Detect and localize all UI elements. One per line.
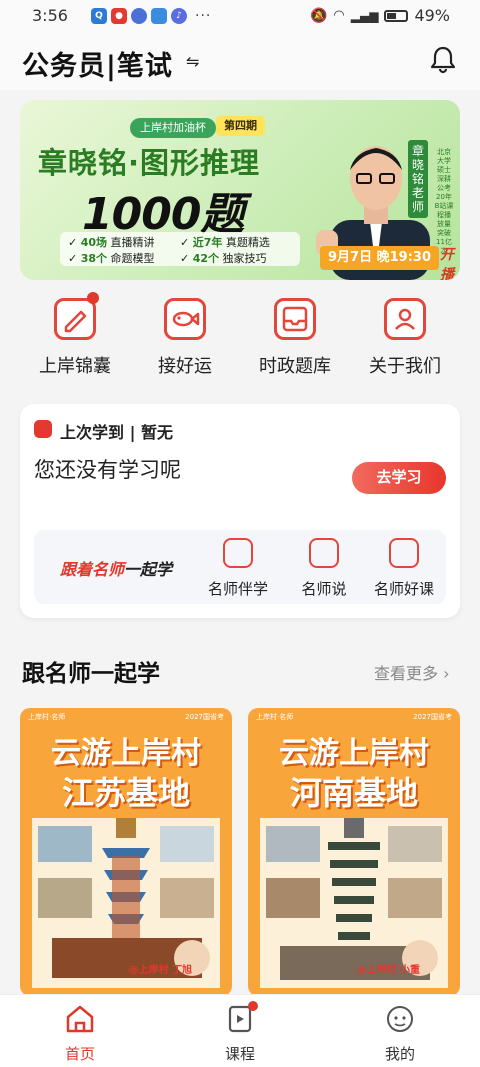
play-stack-icon: [389, 538, 419, 568]
bottom-tab-bar: 首页 课程 我的: [0, 994, 480, 1067]
mute-icon: 🔕: [309, 7, 328, 24]
tab-course[interactable]: 课程: [180, 995, 300, 1067]
app-notify-icon: Q: [91, 8, 107, 24]
poster-brand: 上岸村·名师: [256, 713, 294, 721]
poster-brand: 上岸村·名师: [28, 713, 66, 721]
status-time: 3:56: [32, 6, 68, 25]
app-notify-icon: [151, 8, 167, 24]
section-title: 跟名师一起学: [22, 661, 160, 687]
notification-icons: Q ● ♪ ···: [91, 8, 211, 24]
tab-label: 课程: [224, 1045, 255, 1063]
quick-nav-label: 时政题库: [259, 356, 331, 377]
poster-tag: 2027国省考: [413, 713, 452, 721]
banner-tag: 上岸村加油杯: [130, 118, 216, 138]
teacher-talk-item[interactable]: 名师说: [282, 538, 366, 599]
home-icon: [66, 1005, 94, 1033]
tab-label: 首页: [64, 1045, 95, 1063]
banner-feature: ✓ 38个 命题模型: [68, 252, 155, 265]
tab-home[interactable]: 首页: [20, 995, 140, 1067]
poster-line2: 河南基地: [289, 774, 418, 812]
swap-icon[interactable]: ⇋: [186, 52, 199, 71]
bell-icon[interactable]: [428, 44, 458, 74]
teacher-study-panel: 跟着名师一起学 名师伴学 名师说 名师好课: [34, 530, 446, 604]
graduation-cap-icon: [223, 538, 253, 568]
music-notify-icon: ♪: [171, 8, 187, 24]
sub-item-label: 名师说: [301, 580, 347, 598]
see-more-link[interactable]: 查看更多 ›: [374, 660, 450, 684]
battery-percent: 49%: [414, 6, 450, 25]
sub-item-label: 名师伴学: [207, 580, 268, 598]
poster-line2: 江苏基地: [61, 774, 190, 812]
tab-profile[interactable]: 我的: [340, 995, 460, 1067]
video-frame-icon: [309, 538, 339, 568]
teacher-name: 章晓铭老师: [408, 140, 428, 218]
chat-notify-icon: [131, 8, 147, 24]
app-notify-icon: ●: [111, 8, 127, 24]
study-card: 上次学到 | 暂无 您还没有学习呢 去学习 跟着名师一起学 名师伴学 名师说 名…: [20, 404, 460, 618]
exam-category-title[interactable]: 公务员|笔试: [22, 44, 173, 83]
last-studied-label: 上次学到 | 暂无: [60, 423, 173, 442]
banner-start: 开播: [440, 247, 454, 280]
quick-nav-item[interactable]: 接好运: [135, 296, 235, 380]
fish-icon: [164, 298, 206, 340]
more-notify-icon: ···: [195, 8, 212, 24]
poster-author: @上岸村 丁旭: [128, 965, 192, 976]
pencil-note-icon: [54, 298, 96, 340]
quick-nav-item[interactable]: 上岸锦囊: [25, 292, 125, 380]
book-icon: [34, 420, 52, 438]
teacher-desc: 北京大学硕士 深耕公考20年 B站课程播放量突破11亿次: [434, 148, 454, 255]
banner-date: 9月7日 晚19:30: [320, 246, 439, 270]
signal-icon: ▂▄▆: [350, 8, 379, 23]
badge-dot: [87, 292, 99, 304]
promo-banner[interactable]: 上岸村加油杯 第四期 章晓铭·图形推理 1000题 ✓ 40场 直播精讲 ✓ 近…: [20, 100, 460, 280]
quick-nav: 上岸锦囊 接好运 时政题库 关于我们: [20, 292, 460, 380]
go-study-button[interactable]: 去学习: [352, 462, 446, 494]
teacher-study-title: 跟着名师一起学: [60, 560, 173, 579]
poster-line1: 云游上岸村: [51, 736, 201, 771]
person-icon: [384, 298, 426, 340]
poster-author: @上岸村 小重: [356, 965, 420, 976]
inbox-icon: [274, 298, 316, 340]
banner-features: ✓ 40场 直播精讲 ✓ 近7年 真题精选 ✓ 38个 命题模型 ✓ 42个 独…: [60, 232, 300, 266]
quick-nav-item[interactable]: 时政题库: [245, 296, 345, 380]
wifi-icon: ◠: [333, 8, 345, 23]
quick-nav-label: 上岸锦囊: [39, 356, 111, 377]
battery-icon: [384, 9, 409, 22]
banner-feature: ✓ 42个 独家技巧: [180, 252, 267, 265]
teacher-course-item[interactable]: 名师好课: [362, 538, 446, 599]
quick-nav-item[interactable]: 关于我们: [355, 296, 455, 380]
profile-avatar-icon: [387, 1006, 413, 1032]
poster-tag: 2027国省考: [185, 713, 224, 721]
banner-title: 章晓铭·图形推理: [38, 146, 261, 180]
banner-feature: ✓ 近7年 真题精选: [180, 236, 270, 249]
badge-dot: [248, 1001, 258, 1011]
banner-period: 第四期: [216, 116, 265, 136]
empty-study-text: 您还没有学习呢: [34, 458, 181, 482]
poster-card[interactable]: 上岸村·名师 2027国省考 云游上岸村 江苏基地 @上岸村 丁旭: [20, 708, 232, 996]
teacher-accompany-item[interactable]: 名师伴学: [196, 538, 280, 599]
sub-item-label: 名师好课: [373, 580, 434, 598]
banner-feature: ✓ 40场 直播精讲: [68, 236, 155, 249]
status-right: 🔕 ◠ ▂▄▆ 49%: [310, 6, 450, 25]
quick-nav-label: 接好运: [158, 356, 212, 377]
quick-nav-label: 关于我们: [369, 356, 441, 377]
poster-line1: 云游上岸村: [279, 736, 429, 771]
tab-label: 我的: [384, 1045, 415, 1063]
poster-card[interactable]: 上岸村·名师 2027国省考 云游上岸村 河南基地 @上岸村 小重: [248, 708, 460, 996]
